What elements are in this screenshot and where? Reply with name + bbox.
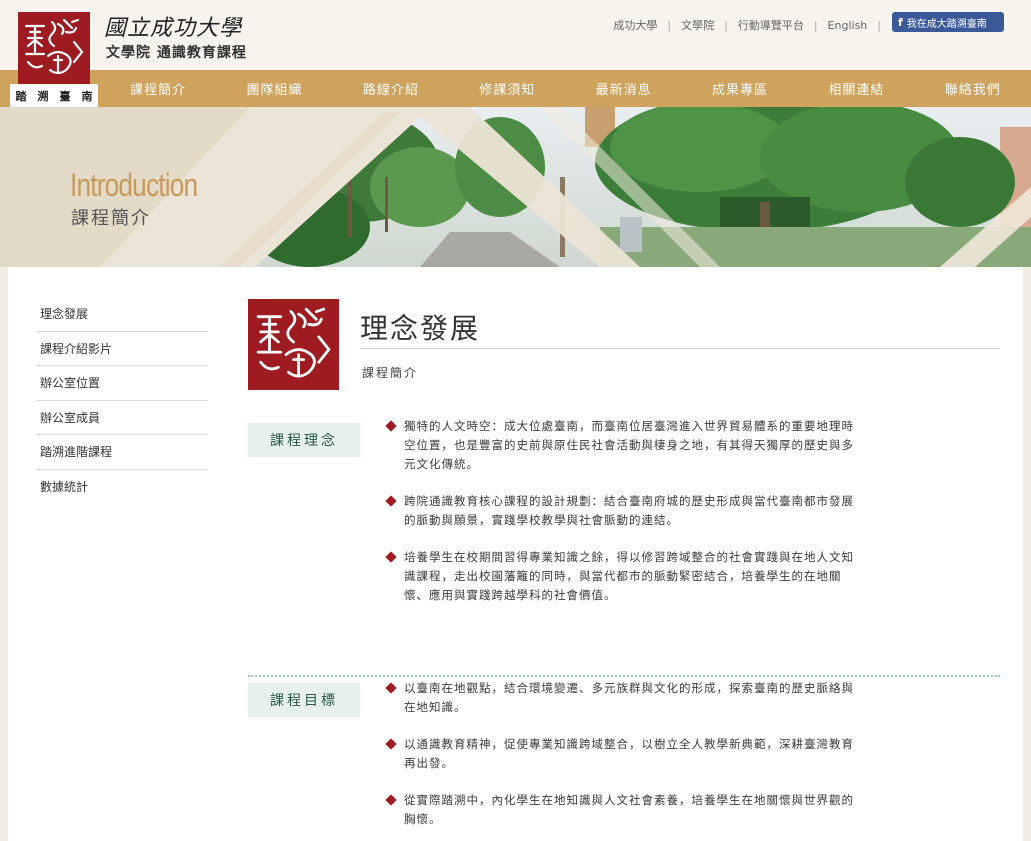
motto-char: 踏 — [15, 89, 27, 103]
top-link-liberal-arts[interactable]: 文學院 — [671, 17, 724, 33]
top-link-mobile-tour[interactable]: 行動導覽平台 — [728, 17, 814, 33]
nav-item-results[interactable]: 成果專區 — [682, 70, 798, 107]
sidebar-item-office-location[interactable]: 辦公室位置 — [36, 366, 208, 401]
page-banner: Introduction 課程簡介 — [0, 107, 1031, 267]
diamond-bullet-icon — [385, 682, 397, 694]
list-item-text: 從實際踏溯中，內化學生在地知識與人文社會素養，培養學生在地關懷與世界觀的胸懷。 — [404, 793, 854, 826]
list-item-text: 以通識教育精神，促使專業知識跨域整合，以樹立全人教學新典範，深耕臺灣教育再出發。 — [404, 737, 854, 770]
sidebar: 理念發展 課程介紹影片 辦公室位置 辦公室成員 踏溯進階課程 數據統計 — [36, 297, 208, 504]
facebook-button[interactable]: f 我在成大踏溯臺南 — [892, 12, 1004, 32]
divider: | — [877, 18, 881, 32]
top-links: 成功大學 | 文學院 | 行動導覽平台 | English | — [603, 17, 881, 33]
diamond-bullet-icon — [385, 794, 397, 806]
facebook-label: 我在成大踏溯臺南 — [906, 18, 987, 30]
banner-title-en: Introduction — [70, 167, 198, 203]
nav-item-contact[interactable]: 聯絡我們 — [915, 70, 1031, 107]
site-header: 國立成功大學 文學院 通識教育課程 成功大學 | 文學院 | 行動導覽平台 | … — [0, 0, 1031, 70]
top-link-ncku[interactable]: 成功大學 — [603, 17, 667, 33]
section-items: 以臺南在地觀點，結合環境變遷、多元族群與文化的形成，探索臺南的歷史脈絡與在地知識… — [384, 679, 866, 841]
nav-item-news[interactable]: 最新消息 — [566, 70, 682, 107]
list-item: 從實際踏溯中，內化學生在地知識與人文社會素養，培養學生在地關懷與世界觀的胸懷。 — [384, 791, 866, 829]
motto-bar: 踏 溯 臺 南 — [10, 84, 98, 108]
nav-item-team[interactable]: 團隊組織 — [216, 70, 332, 107]
motto-char: 南 — [81, 89, 93, 103]
section-divider — [248, 675, 1000, 677]
facebook-icon: f — [898, 15, 903, 29]
motto-char: 臺 — [59, 89, 71, 103]
breadcrumb[interactable]: 課程簡介 — [362, 364, 418, 381]
nav-item-links[interactable]: 相關連結 — [798, 70, 914, 107]
college-name[interactable]: 文學院 通識教育課程 — [106, 42, 247, 62]
page-title: 理念發展 — [360, 312, 481, 345]
diamond-bullet-icon — [385, 551, 397, 563]
list-item: 以臺南在地觀點，結合環境變遷、多元族群與文化的形成，探索臺南的歷史脈絡與在地知識… — [384, 679, 866, 717]
banner-title-zh: 課程簡介 — [71, 208, 151, 229]
list-item: 跨院通識教育核心課程的設計規劃：結合臺南府城的歷史形成與當代臺南都市發展的脈動與… — [384, 492, 866, 530]
seal-logo — [248, 299, 339, 390]
nav-item-course-intro[interactable]: 課程簡介 — [100, 70, 216, 107]
ncku-seal-logo-icon — [24, 18, 84, 75]
nav-item-course-notes[interactable]: 修課須知 — [449, 70, 565, 107]
section-items: 獨特的人文時空：成大位處臺南，而臺南位居臺灣進入世界貿易體系的重要地理時空位置，… — [384, 417, 866, 623]
list-item-text: 以臺南在地觀點，結合環境變遷、多元族群與文化的形成，探索臺南的歷史脈絡與在地知識… — [404, 681, 854, 714]
content-panel: 理念發展 課程介紹影片 辦公室位置 辦公室成員 踏溯進階課程 數據統計 理念發展… — [8, 267, 1023, 841]
list-item: 培養學生在校期間習得專業知識之餘，得以修習跨域整合的社會實踐與在地人文知識課程，… — [384, 548, 866, 605]
sidebar-item-office-members[interactable]: 辦公室成員 — [36, 401, 208, 435]
top-link-english[interactable]: English — [818, 19, 878, 32]
site-logo[interactable] — [18, 12, 90, 84]
list-item-text: 培養學生在校期間習得專業知識之餘，得以修習跨域整合的社會實踐與在地人文知識課程，… — [404, 550, 854, 602]
main-nav: 課程簡介 團隊組織 路線介紹 修課須知 最新消息 成果專區 相關連結 聯絡我們 — [0, 70, 1031, 107]
school-name[interactable]: 國立成功大學 — [104, 10, 242, 42]
motto-char: 溯 — [37, 89, 49, 103]
section-label: 課程目標 — [248, 683, 360, 717]
sidebar-item-intro-video[interactable]: 課程介紹影片 — [36, 332, 208, 366]
sidebar-item-advanced-course[interactable]: 踏溯進階課程 — [36, 435, 208, 470]
diamond-bullet-icon — [385, 420, 397, 432]
list-item: 以通識教育精神，促使專業知識跨域整合，以樹立全人教學新典範，深耕臺灣教育再出發。 — [384, 735, 866, 773]
diamond-bullet-icon — [385, 495, 397, 507]
title-divider — [360, 348, 1000, 349]
sidebar-item-statistics[interactable]: 數據統計 — [36, 470, 208, 505]
list-item-text: 跨院通識教育核心課程的設計規劃：結合臺南府城的歷史形成與當代臺南都市發展的脈動與… — [404, 494, 854, 527]
nav-item-routes[interactable]: 路線介紹 — [333, 70, 449, 107]
ncku-seal-logo-icon — [256, 307, 331, 378]
diamond-bullet-icon — [385, 738, 397, 750]
section-label: 課程理念 — [248, 423, 360, 457]
list-item-text: 獨特的人文時空：成大位處臺南，而臺南位居臺灣進入世界貿易體系的重要地理時空位置，… — [404, 419, 854, 471]
sidebar-item-philosophy[interactable]: 理念發展 — [36, 297, 208, 332]
list-item: 獨特的人文時空：成大位處臺南，而臺南位居臺灣進入世界貿易體系的重要地理時空位置，… — [384, 417, 866, 474]
